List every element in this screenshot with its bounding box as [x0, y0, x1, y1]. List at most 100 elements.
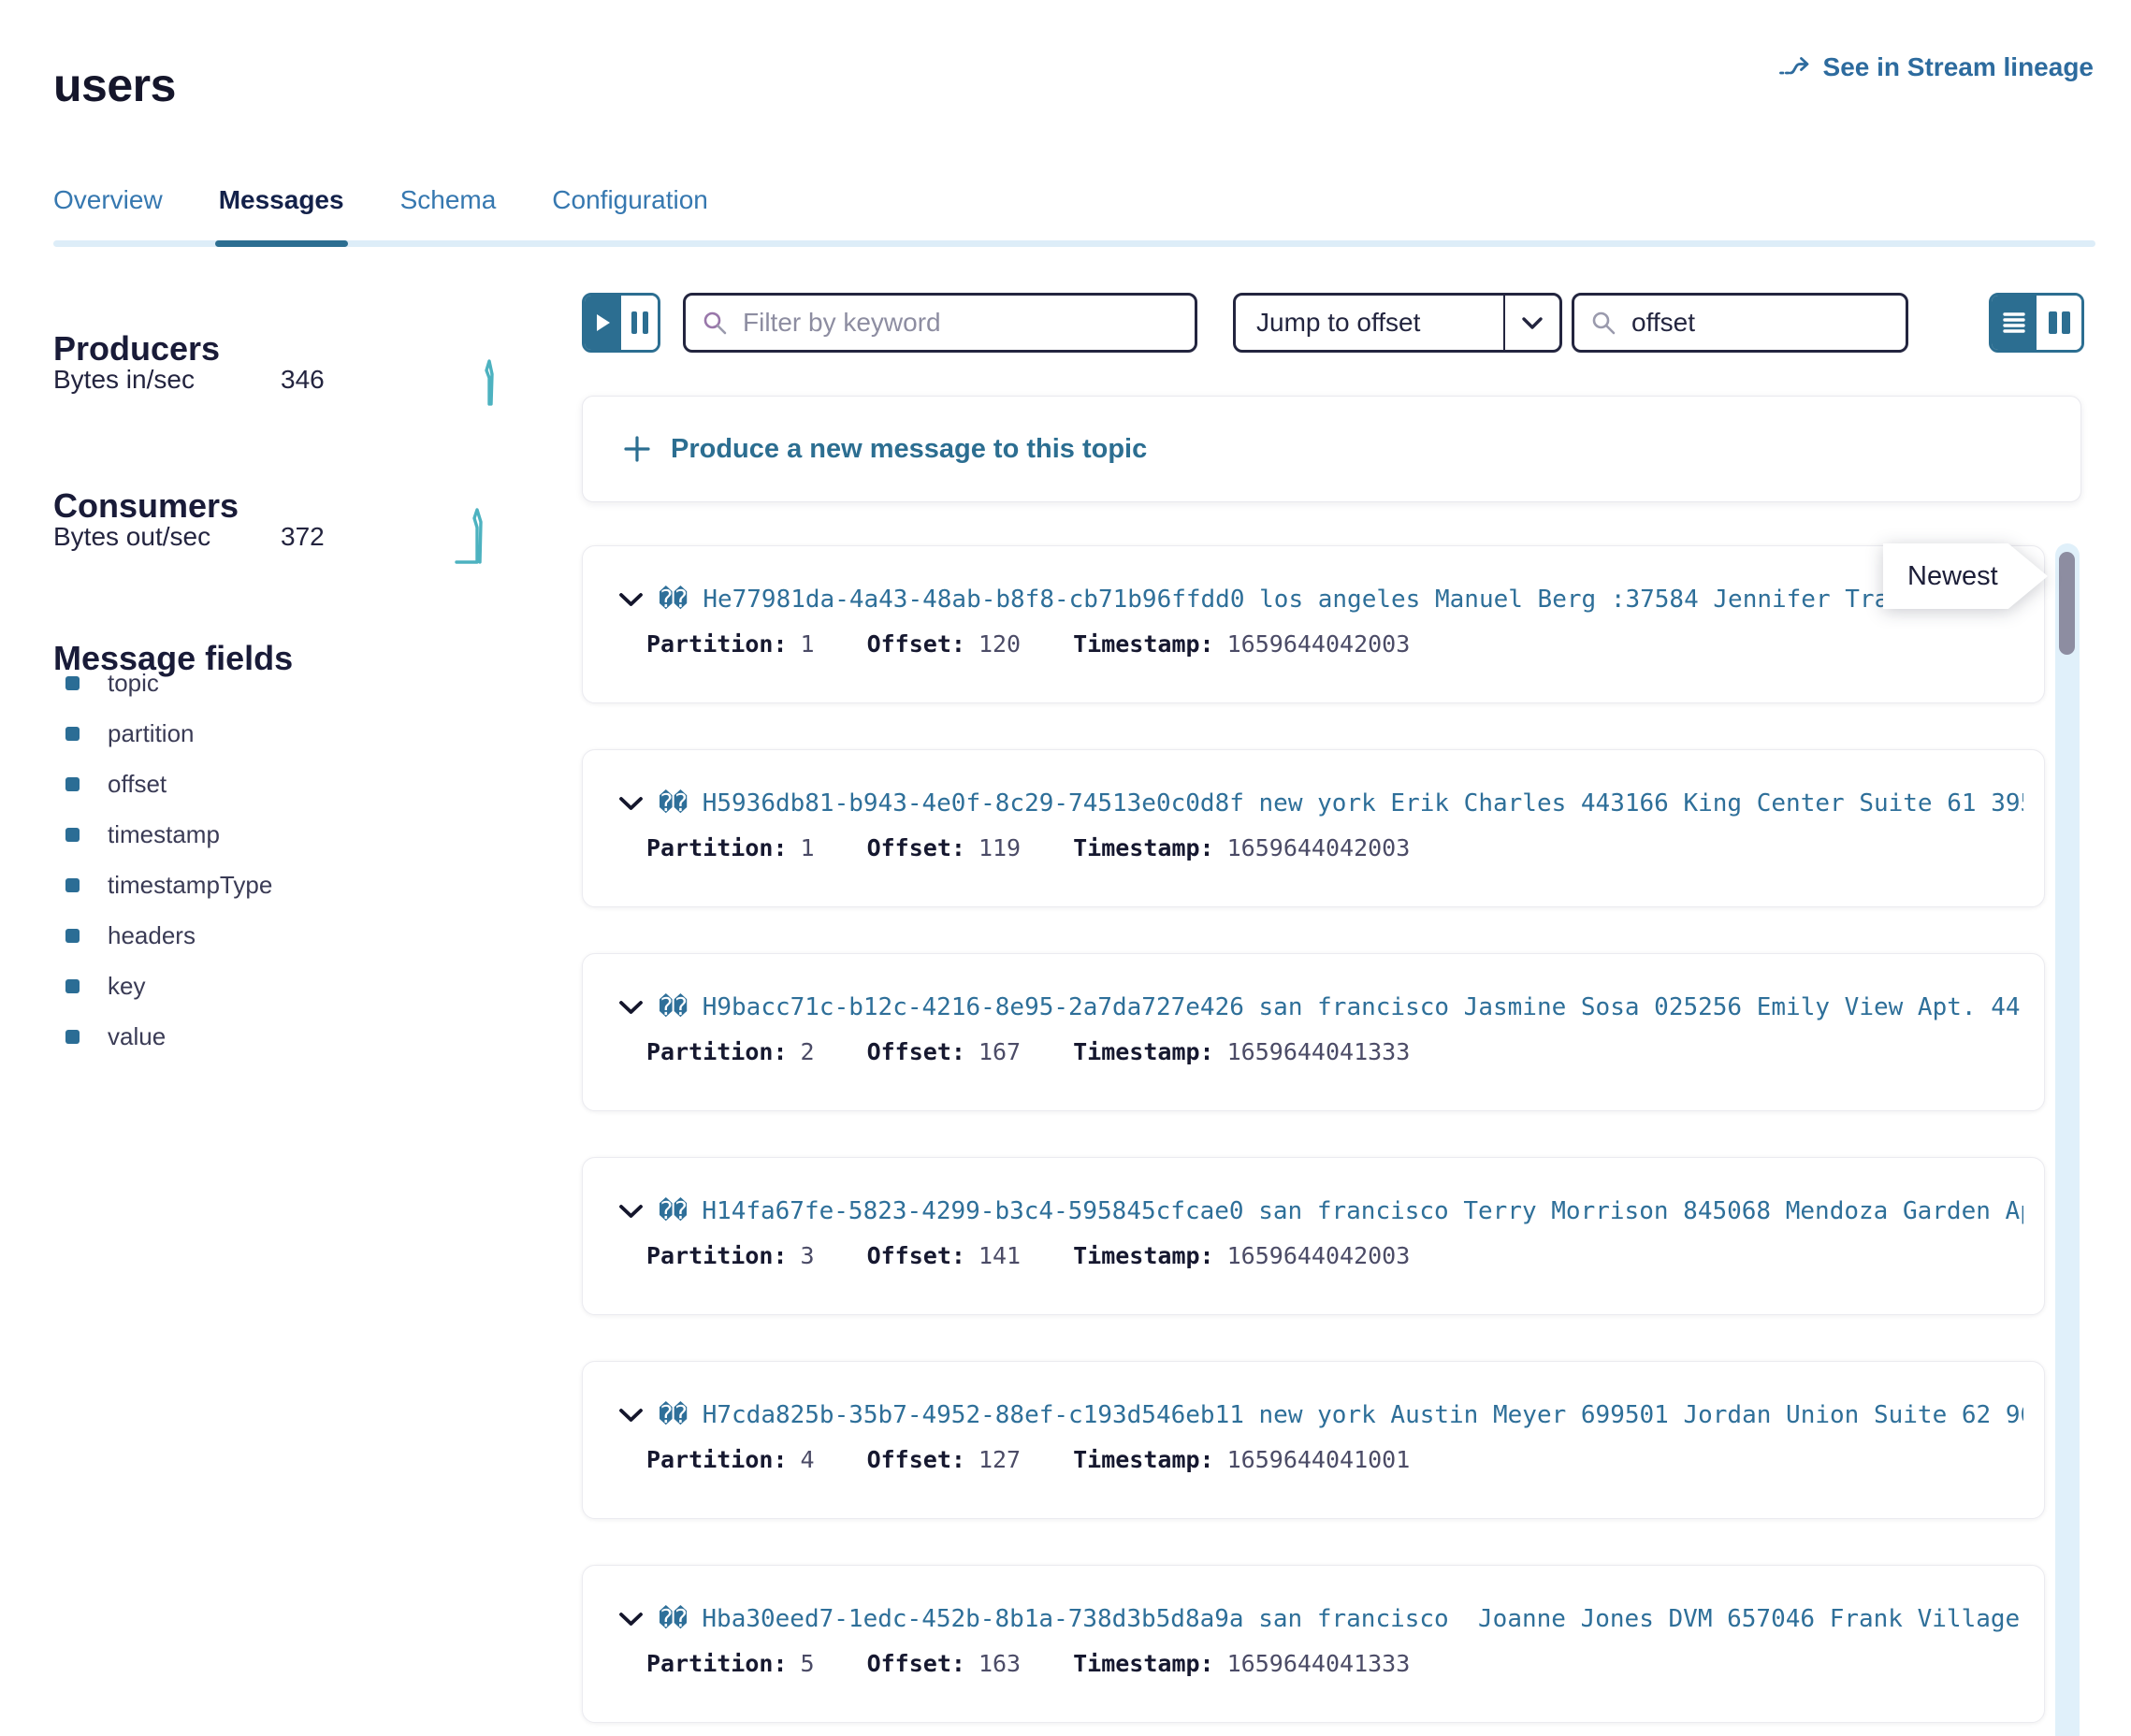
field-bullet-icon	[65, 929, 80, 943]
producers-heading: Producers	[53, 329, 220, 369]
offset-label: Offset:	[867, 1242, 965, 1269]
plus-icon	[622, 434, 652, 464]
timestamp-label: Timestamp:	[1073, 1038, 1214, 1065]
offset-value: 119	[979, 834, 1021, 861]
pause-icon	[643, 311, 648, 334]
filter-input[interactable]	[741, 307, 1178, 339]
play-button[interactable]	[585, 296, 621, 350]
expand-chevron-icon[interactable]	[618, 1000, 644, 1015]
partition-label: Partition:	[646, 1242, 788, 1269]
offset-value: 167	[979, 1038, 1021, 1065]
offset-label: Offset:	[867, 834, 965, 861]
field-item-offset[interactable]: offset	[65, 759, 272, 809]
offset-value: 120	[979, 630, 1021, 658]
pause-button[interactable]	[621, 296, 658, 350]
field-label: headers	[108, 921, 196, 950]
tab-configuration[interactable]: Configuration	[552, 185, 708, 247]
message-key-preview: He77981da-4a43-48ab-b8f8-cb71b96ffdd0 lo…	[703, 586, 1948, 614]
timestamp-value: 1659644041333	[1227, 1038, 1411, 1065]
field-bullet-icon	[65, 979, 80, 993]
partition-label: Partition:	[646, 834, 788, 861]
stream-lineage-label: See in Stream lineage	[1823, 52, 2094, 82]
offset-value: 163	[979, 1650, 1021, 1677]
keyword-filter	[683, 293, 1197, 353]
expand-chevron-icon[interactable]	[618, 1408, 644, 1423]
field-bullet-icon	[65, 676, 80, 690]
message-row[interactable]: �� He77981da-4a43-48ab-b8f8-cb71b96ffdd0…	[582, 545, 2045, 703]
produce-message-button[interactable]: Produce a new message to this topic	[582, 396, 2081, 502]
partition-label: Partition:	[646, 1650, 788, 1677]
offset-label: Offset:	[867, 1038, 965, 1065]
bytes-out-sparkline	[455, 507, 492, 565]
timestamp-value: 1659644041333	[1227, 1650, 1411, 1677]
bytes-in-sparkline	[475, 357, 503, 406]
partition-value: 3	[801, 1242, 815, 1269]
timestamp-value: 1659644042003	[1227, 630, 1411, 658]
message-row[interactable]: �� H14fa67fe-5823-4299-b3c4-595845cfcae0…	[582, 1157, 2045, 1315]
tab-schema[interactable]: Schema	[400, 185, 497, 247]
field-item-topic[interactable]: topic	[65, 658, 272, 708]
timestamp-value: 1659644041001	[1227, 1446, 1411, 1473]
bytes-out-label: Bytes out/sec	[53, 522, 210, 552]
jump-to-offset-select[interactable]: Jump to offset	[1233, 293, 1562, 353]
timestamp-label: Timestamp:	[1073, 630, 1214, 658]
search-icon	[703, 311, 728, 336]
play-icon	[596, 313, 611, 332]
partition-value: 4	[801, 1446, 815, 1473]
pause-icon	[631, 311, 637, 334]
message-null-bytes: ��	[659, 1401, 688, 1429]
message-null-bytes: ��	[659, 993, 688, 1021]
field-label: offset	[108, 770, 167, 799]
tab-overview[interactable]: Overview	[53, 185, 163, 247]
expand-chevron-icon[interactable]	[618, 1204, 644, 1219]
message-row[interactable]: �� H7cda825b-35b7-4952-88ef-c193d546eb11…	[582, 1361, 2045, 1519]
message-null-bytes: ��	[659, 789, 688, 817]
bytes-out-value: 372	[281, 522, 325, 552]
field-item-timestamp[interactable]: timestamp	[65, 809, 272, 860]
produce-message-label: Produce a new message to this topic	[671, 434, 1147, 465]
message-key-preview: H14fa67fe-5823-4299-b3c4-595845cfcae0 sa…	[702, 1197, 2023, 1225]
field-item-timestampType[interactable]: timestampType	[65, 860, 272, 910]
field-label: topic	[108, 669, 159, 698]
expand-chevron-icon[interactable]	[618, 796, 644, 811]
field-item-key[interactable]: key	[65, 961, 272, 1011]
message-null-bytes: ��	[659, 1197, 687, 1225]
stream-lineage-link[interactable]: See in Stream lineage	[1778, 52, 2094, 82]
newest-tooltip: Newest	[1883, 543, 2048, 609]
tab-messages[interactable]: Messages	[219, 185, 344, 247]
timestamp-value: 1659644042003	[1227, 1242, 1411, 1269]
offset-value: 141	[979, 1242, 1021, 1269]
play-pause-toggle	[582, 293, 660, 353]
partition-label: Partition:	[646, 630, 788, 658]
expand-chevron-icon[interactable]	[618, 592, 644, 607]
offset-label: Offset:	[867, 1446, 965, 1473]
message-row[interactable]: �� H5936db81-b943-4e0f-8c29-74513e0c0d8f…	[582, 749, 2045, 907]
field-item-headers[interactable]: headers	[65, 910, 272, 961]
scrollbar-thumb[interactable]	[2059, 552, 2075, 655]
offset-value: 127	[979, 1446, 1021, 1473]
column-view-button[interactable]	[2037, 296, 2081, 350]
offset-search-input[interactable]	[1630, 307, 1889, 339]
field-item-value[interactable]: value	[65, 1011, 272, 1062]
field-label: timestampType	[108, 871, 272, 900]
partition-value: 5	[801, 1650, 815, 1677]
field-bullet-icon	[65, 878, 80, 892]
field-label: key	[108, 972, 145, 1001]
offset-label: Offset:	[867, 1650, 965, 1677]
timestamp-value: 1659644042003	[1227, 834, 1411, 861]
message-key-preview: H9bacc71c-b12c-4216-8e95-2a7da727e426 sa…	[703, 993, 2023, 1021]
column-view-icon	[2062, 311, 2070, 334]
jump-select-value: Jump to offset	[1236, 296, 1503, 350]
message-row[interactable]: �� Hba30eed7-1edc-452b-8b1a-738d3b5d8a9a…	[582, 1565, 2045, 1723]
newest-tooltip-label: Newest	[1883, 543, 2048, 609]
scrollbar-track[interactable]	[2055, 543, 2080, 1736]
partition-value: 1	[801, 834, 815, 861]
message-null-bytes: ��	[659, 1605, 687, 1633]
list-view-button[interactable]	[1992, 296, 2037, 350]
expand-chevron-icon[interactable]	[618, 1612, 644, 1627]
field-item-partition[interactable]: partition	[65, 708, 272, 759]
bytes-in-label: Bytes in/sec	[53, 365, 195, 395]
message-row[interactable]: �� H9bacc71c-b12c-4216-8e95-2a7da727e426…	[582, 953, 2045, 1111]
timestamp-label: Timestamp:	[1073, 1242, 1214, 1269]
field-label: value	[108, 1022, 166, 1051]
